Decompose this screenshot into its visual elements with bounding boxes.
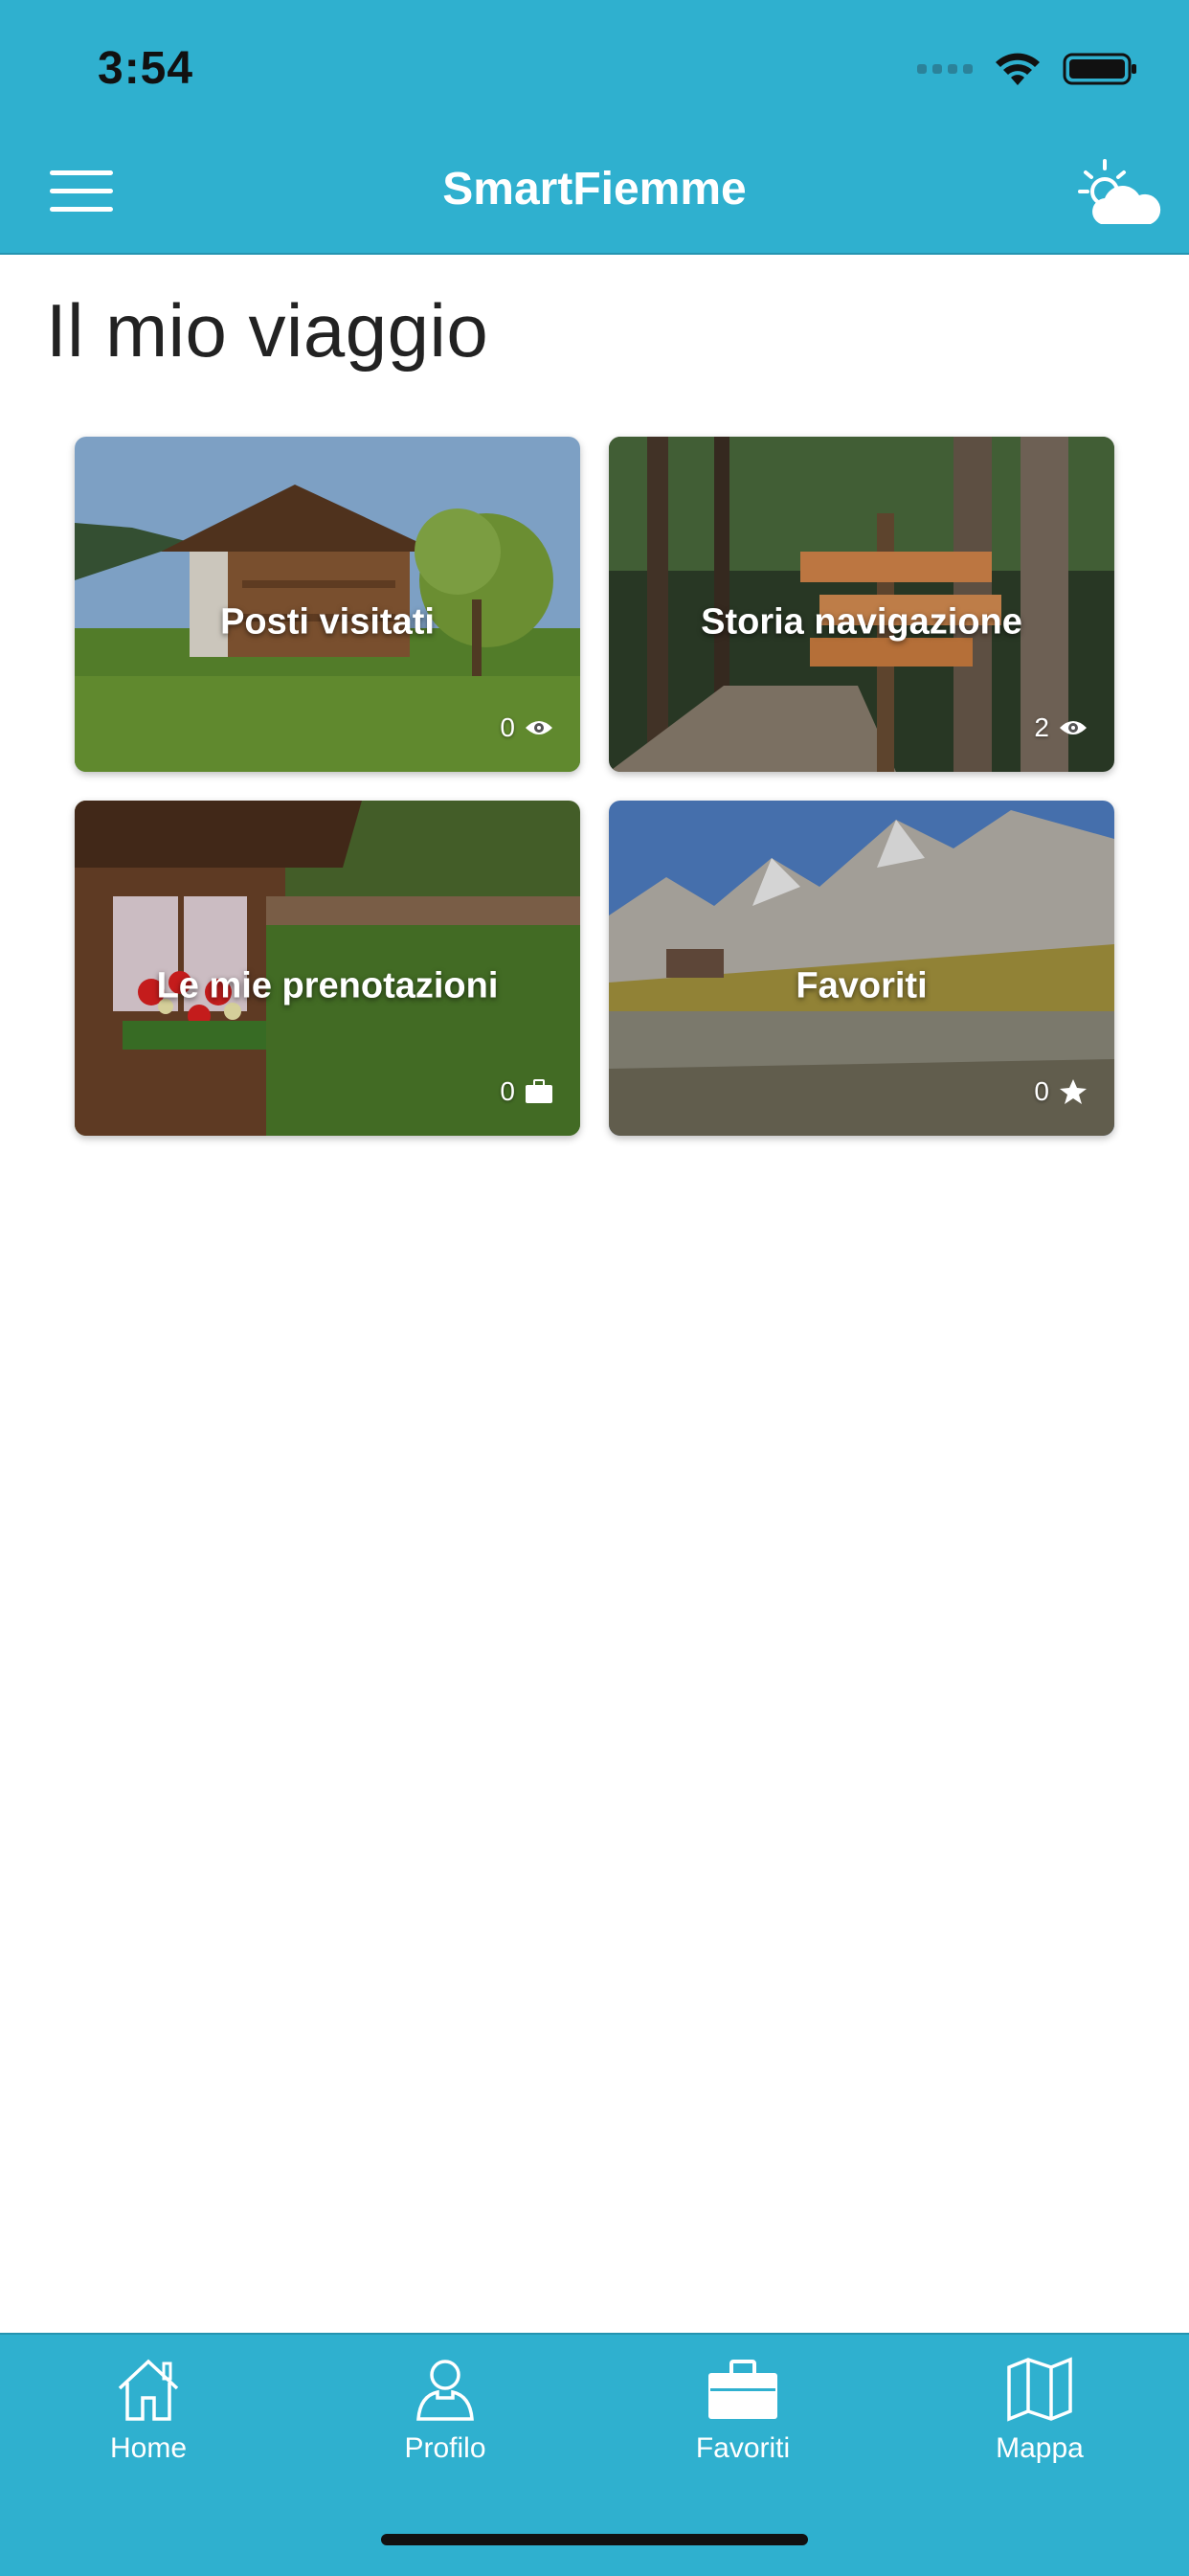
card-le-mie-prenotazioni[interactable]: Le mie prenotazioni 0 [75,801,580,1136]
tab-label: Home [109,2432,188,2464]
card-posti-visitati[interactable]: Posti visitati 0 [75,437,580,772]
card-label: Le mie prenotazioni [156,965,499,1006]
card-count: 0 [1034,1076,1088,1107]
count-value: 2 [1034,712,1049,742]
briefcase-icon [708,2360,777,2419]
card-count: 0 [500,712,553,743]
briefcase-icon [526,1079,552,1103]
app-title: SmartFiemme [442,164,747,215]
app-header: SmartFiemme [0,144,1189,255]
card-label: Favoriti [796,965,928,1006]
tab-mappa[interactable]: Mappa [944,2356,1135,2465]
eye-icon [526,721,552,734]
cellular-signal-icon [917,64,973,74]
card-label: Posti visitati [220,601,435,643]
tab-home[interactable]: Home [53,2356,244,2465]
battery-icon [1063,53,1136,85]
tab-label: Favoriti [695,2432,791,2464]
tab-profilo[interactable]: Profilo [349,2356,541,2465]
page-title: Il mio viaggio [46,288,489,373]
tab-favoriti[interactable]: Favoriti [647,2356,839,2465]
status-bar: 3:54 [0,0,1189,144]
partly-cloudy-icon[interactable] [1072,153,1164,234]
tab-label: Profilo [404,2432,486,2464]
status-icons [917,50,1139,88]
count-value: 0 [500,1076,515,1106]
eye-icon [1060,721,1087,734]
card-count: 2 [1034,712,1088,743]
home-indicator[interactable] [381,2534,808,2545]
status-time: 3:54 [98,43,194,94]
count-value: 0 [1034,1076,1049,1106]
tab-label: Mappa [996,2432,1084,2464]
map-icon [1007,2357,1072,2422]
card-label: Storia navigazione [701,601,1022,643]
wifi-icon [996,53,1040,85]
user-icon [416,2360,474,2421]
home-icon [118,2359,179,2421]
star-icon [1060,1079,1087,1104]
card-count: 0 [500,1076,553,1107]
card-favoriti[interactable]: Favoriti 0 [609,801,1114,1136]
count-value: 0 [500,712,515,742]
card-storia-navigazione[interactable]: Storia navigazione 2 [609,437,1114,772]
